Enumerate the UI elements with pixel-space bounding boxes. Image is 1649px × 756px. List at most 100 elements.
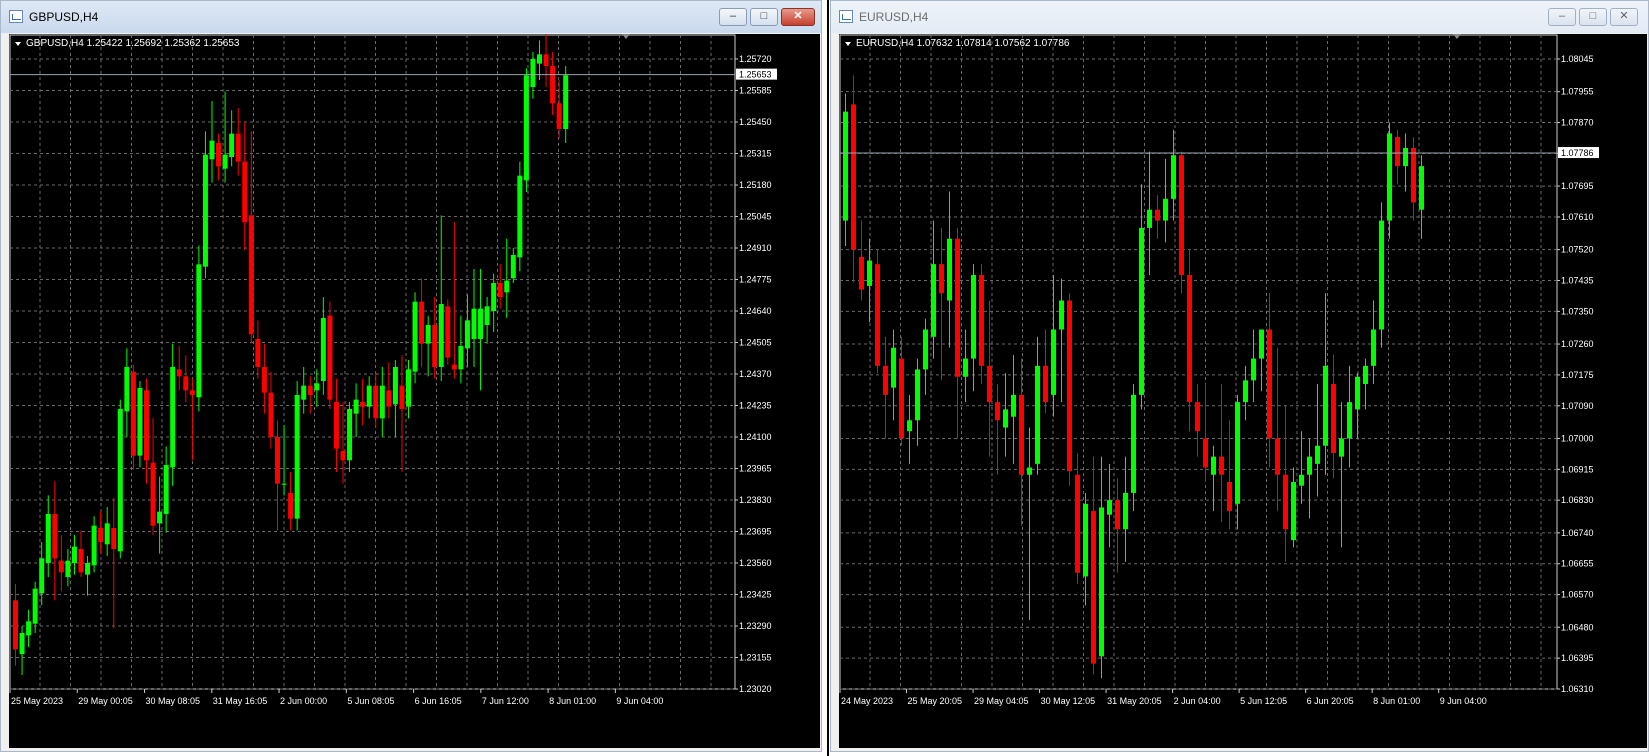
- candle-body: [891, 347, 896, 388]
- candle-body: [971, 275, 976, 359]
- candle-body: [1147, 209, 1152, 228]
- x-tick-label: 30 May 08:05: [146, 696, 201, 706]
- candle-body: [484, 306, 490, 325]
- title-bar[interactable]: EURUSD,H4 – □ ✕: [831, 1, 1648, 33]
- candle-body: [91, 525, 97, 566]
- current-price-text: 1.25653: [739, 70, 772, 80]
- chart-window-gbpusd[interactable]: GBPUSD,H4 – □ ✕ 1.25720 1.25585 1.25450 1.2…: [0, 0, 822, 752]
- current-price-text: 1.07786: [1561, 148, 1594, 158]
- x-tick-label: 29 May 04:05: [974, 696, 1029, 706]
- close-button[interactable]: ✕: [781, 8, 815, 26]
- y-tick-label: 1.24775: [739, 275, 772, 285]
- candle-body: [939, 264, 944, 294]
- candle-body: [104, 523, 110, 545]
- candle-body: [1027, 467, 1032, 475]
- candle-body: [406, 369, 411, 407]
- candle-body: [235, 133, 241, 162]
- candle-body: [1099, 507, 1104, 657]
- candle-body: [1411, 147, 1416, 203]
- candle-body: [261, 367, 267, 393]
- candle-body: [445, 306, 451, 358]
- candle-body: [216, 143, 222, 167]
- chart-shift-marker-icon[interactable]: [622, 34, 630, 39]
- candle-body: [530, 59, 536, 87]
- minimize-button[interactable]: –: [719, 8, 747, 26]
- candle-body: [1275, 438, 1280, 475]
- time-axis[interactable]: 24 May 2023 25 May 20:05 29 May 04:05 30 Ma…: [839, 689, 1487, 706]
- x-tick-label: 9 Jun 04:00: [1440, 696, 1487, 706]
- y-tick-label: 1.06310: [1561, 684, 1594, 694]
- candle-body: [13, 600, 18, 650]
- chart-window-eurusd[interactable]: EURUSD,H4 – □ ✕ 1.08045 1.07955 1.07870 1.0…: [830, 0, 1649, 752]
- candle-body: [71, 546, 77, 563]
- candle-body: [1203, 438, 1208, 468]
- x-tick-label: 25 May 20:05: [908, 696, 963, 706]
- candle-body: [412, 301, 418, 372]
- window-title: GBPUSD,H4: [29, 10, 99, 24]
- candle-body: [275, 437, 280, 484]
- candle-body: [176, 369, 182, 377]
- y-tick-label: 1.07955: [1561, 87, 1594, 97]
- candle-body: [1395, 137, 1400, 167]
- candle-body: [438, 304, 444, 367]
- x-tick-label: 29 May 00:05: [78, 696, 133, 706]
- candlestick-chart-svg[interactable]: 1.25720 1.25585 1.25450 1.25315 1.25180 1.250…: [9, 34, 820, 748]
- candle-body: [432, 325, 438, 367]
- candle-body: [491, 283, 497, 311]
- candle-body: [58, 560, 64, 573]
- candle-body: [163, 465, 169, 514]
- candle-body: [1363, 365, 1368, 384]
- candle-body: [1387, 133, 1392, 221]
- minimize-button[interactable]: –: [1548, 8, 1576, 26]
- y-tick-label: 1.07350: [1561, 306, 1594, 316]
- candle-body: [923, 329, 928, 370]
- candle-body: [307, 385, 313, 395]
- y-tick-label: 1.25045: [739, 212, 772, 222]
- candle-body: [255, 339, 261, 367]
- y-tick-label: 1.23965: [739, 464, 772, 474]
- x-tick-label: 5 Jun 08:05: [347, 696, 394, 706]
- candle-body: [931, 264, 936, 337]
- time-axis[interactable]: 25 May 2023 29 May 00:05 30 May 08:05 31 Ma…: [9, 689, 663, 706]
- chart-shift-marker-icon[interactable]: [1453, 34, 1461, 39]
- candle-body: [1267, 329, 1272, 439]
- chart-grid: [839, 34, 1558, 690]
- candle-body: [1075, 474, 1080, 573]
- candle-body: [915, 369, 920, 421]
- close-button[interactable]: ✕: [1610, 8, 1638, 26]
- y-tick-label: 1.07260: [1561, 339, 1594, 349]
- candle-body: [947, 238, 952, 301]
- price-chart[interactable]: 1.25720 1.25585 1.25450 1.25315 1.25180 1.250…: [9, 34, 820, 748]
- chart-grid: [9, 34, 736, 690]
- candle-body: [556, 103, 562, 129]
- candle-body: [1083, 503, 1088, 577]
- candle-body: [563, 75, 569, 129]
- candle-body: [1243, 380, 1248, 403]
- candle-body: [883, 365, 888, 395]
- candle-body: [995, 402, 1000, 421]
- title-bar[interactable]: GBPUSD,H4 – □ ✕: [1, 1, 821, 33]
- chart-menu-triangle-icon[interactable]: [845, 42, 851, 46]
- candle-body: [1115, 500, 1120, 530]
- candles-group: [843, 75, 1424, 679]
- maximize-button[interactable]: □: [1579, 8, 1607, 26]
- candle-body: [1139, 227, 1144, 395]
- candle-body: [1227, 482, 1232, 512]
- candle-body: [1067, 300, 1072, 472]
- candle-body: [392, 367, 398, 405]
- candle-body: [979, 275, 984, 366]
- candle-body: [517, 175, 523, 258]
- maximize-button[interactable]: □: [750, 8, 778, 26]
- candlestick-chart-svg[interactable]: 1.080451.079551.078701.077851.076951.076…: [839, 34, 1647, 748]
- price-chart[interactable]: 1.080451.079551.078701.077851.076951.076…: [839, 34, 1647, 748]
- candle-body: [26, 621, 32, 636]
- price-axis[interactable]: 1.25720 1.25585 1.25450 1.25315 1.25180 1.250…: [735, 54, 772, 694]
- candle-body: [1155, 209, 1160, 221]
- candle-body: [1171, 155, 1176, 199]
- candle-body: [366, 385, 372, 407]
- candle-body: [98, 528, 104, 542]
- candle-body: [851, 104, 856, 250]
- y-tick-label: 1.07870: [1561, 118, 1594, 128]
- chart-menu-triangle-icon[interactable]: [15, 42, 21, 46]
- candle-body: [1331, 383, 1336, 453]
